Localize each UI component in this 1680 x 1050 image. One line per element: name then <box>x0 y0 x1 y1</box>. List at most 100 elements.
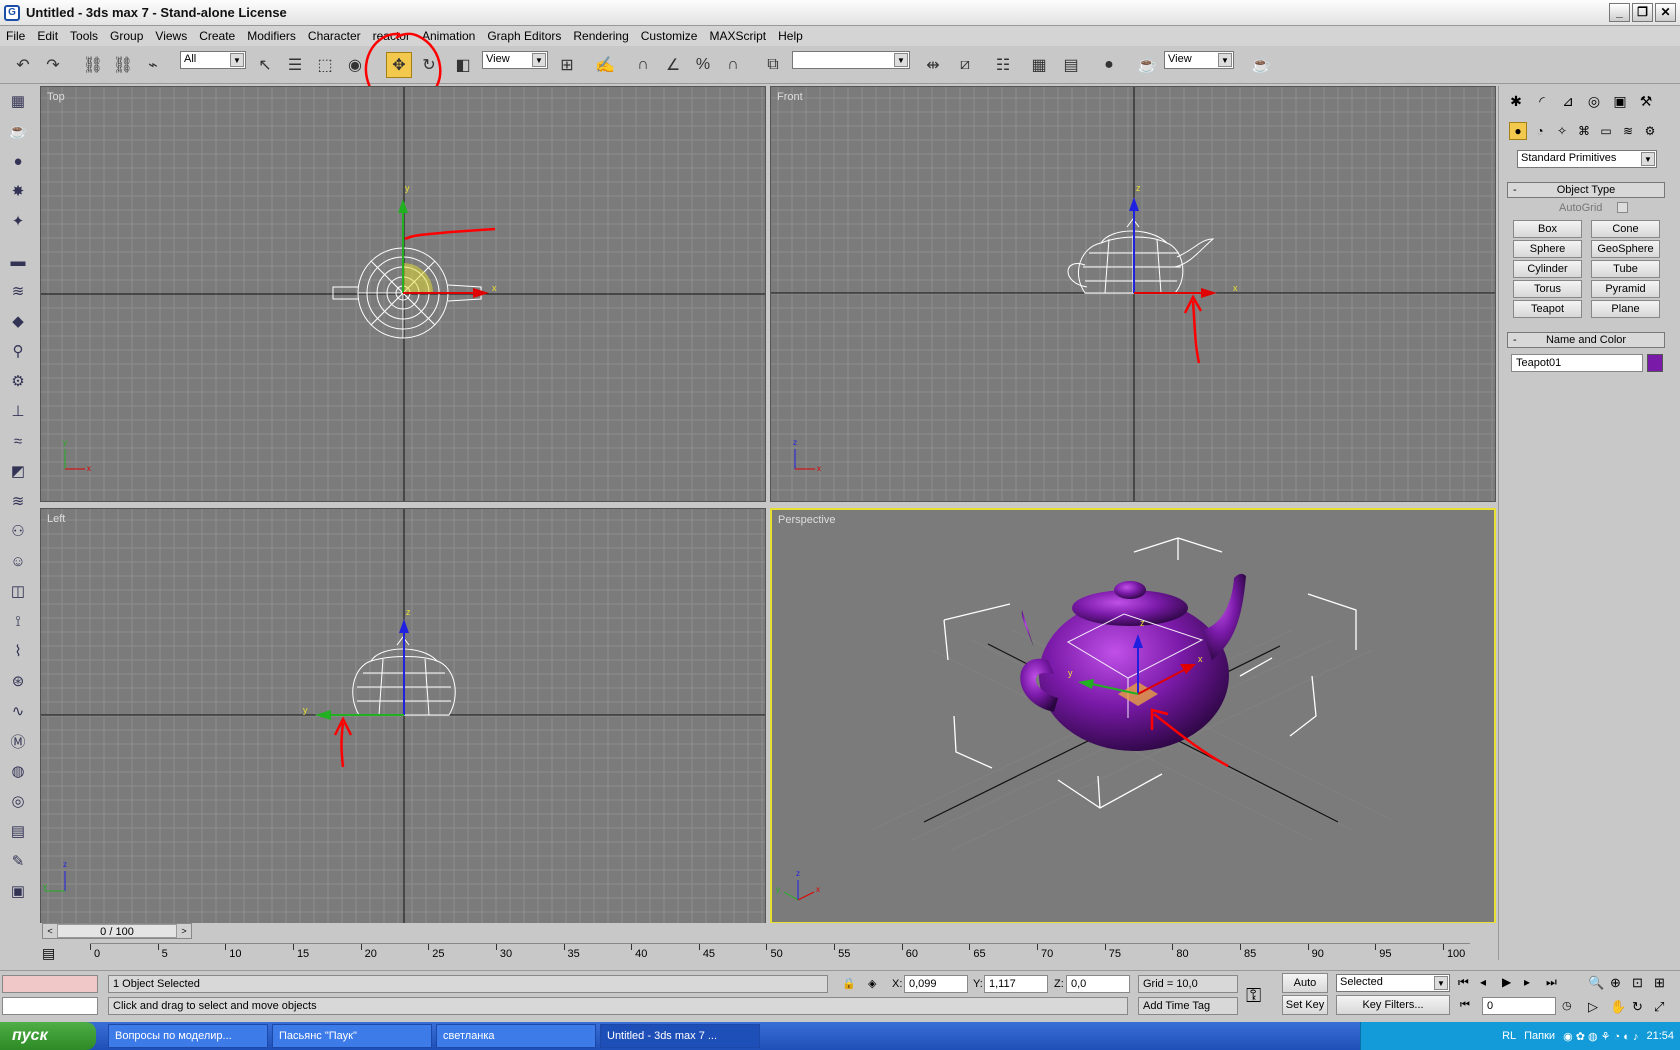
viewport-perspective[interactable]: Perspective z x y z x y <box>770 508 1496 924</box>
menu-graph-editors[interactable]: Graph Editors <box>487 29 561 43</box>
maxscript-result-field[interactable] <box>2 997 98 1015</box>
object-type-rollout-header[interactable]: - Object Type <box>1507 182 1665 198</box>
tray-icons[interactable]: ◉ ✿ ◍ ⚘ ◔ ◐ ♪ <box>1563 1030 1638 1043</box>
redo-icon[interactable]: ↷ <box>40 52 66 78</box>
menu-file[interactable]: File <box>6 29 25 43</box>
teapot-button[interactable]: Teapot <box>1513 300 1582 318</box>
viewport-front[interactable]: Front z x z x <box>770 86 1496 502</box>
space-warps-icon[interactable]: ≋ <box>1619 122 1637 140</box>
named-selection-dropdown[interactable]: ▼ <box>792 51 910 69</box>
modifier-taper-icon[interactable]: ◆ <box>7 310 29 332</box>
unlink-icon[interactable]: ⛓ <box>110 52 136 78</box>
create-box-icon[interactable]: ▦ <box>7 90 29 112</box>
reactor-motor-icon[interactable]: ∿ <box>7 700 29 722</box>
schematic-view-icon[interactable]: ▤ <box>1058 52 1084 78</box>
menu-help[interactable]: Help <box>778 29 803 43</box>
render-type-dropdown[interactable]: View ▼ <box>1164 51 1234 69</box>
percent-snap-icon[interactable]: % <box>690 52 716 78</box>
tube-button[interactable]: Tube <box>1591 260 1660 278</box>
lights-icon[interactable]: ✧ <box>1553 122 1571 140</box>
geometry-icon[interactable]: ● <box>1509 122 1527 140</box>
arc-rotate-icon[interactable]: ↻ <box>1632 999 1643 1015</box>
box-button[interactable]: Box <box>1513 220 1582 238</box>
curve-editor-mini-icon[interactable]: ▤ <box>42 945 64 967</box>
lock-selection-icon[interactable]: 🔒 <box>842 977 856 990</box>
prev-frame-icon[interactable]: ◂ <box>1480 975 1486 989</box>
x-coordinate-input[interactable]: 0,099 <box>904 975 968 993</box>
maximize-viewport-icon[interactable]: ⤢ <box>1654 999 1664 1015</box>
cone-button[interactable]: Cone <box>1591 220 1660 238</box>
render-camera-icon[interactable]: ▣ <box>7 880 29 902</box>
shapes-icon[interactable]: ◔ <box>1531 122 1549 140</box>
character-biped-icon[interactable]: ☺ <box>7 550 29 572</box>
time-ruler[interactable]: 0 5 10 15 20 25 30 35 40 45 50 55 60 65 70 75 80 85 90 95 10… <box>90 943 1470 973</box>
angle-snap-icon[interactable]: ∠ <box>660 52 686 78</box>
taskbar-item[interactable]: Пасьянс "Паук" <box>272 1024 432 1048</box>
zoom-extents-icon[interactable]: ⊡ <box>1632 975 1643 991</box>
material-editor-icon[interactable]: ● <box>1096 52 1122 78</box>
reference-coordinate-dropdown[interactable]: View ▼ <box>482 51 548 69</box>
zoom-icon[interactable]: 🔍 <box>1588 975 1604 991</box>
zoom-extents-all-icon[interactable]: ⊞ <box>1654 975 1665 991</box>
time-config-icon[interactable]: ◷ <box>1562 999 1572 1012</box>
cameras-icon[interactable]: ⌘ <box>1575 122 1593 140</box>
autogrid-checkbox[interactable] <box>1617 202 1628 213</box>
create-helper-icon[interactable]: ✦ <box>7 210 29 232</box>
align-icon[interactable]: ⧄ <box>952 52 978 78</box>
helpers-icon[interactable]: ▭ <box>1597 122 1615 140</box>
menu-edit[interactable]: Edit <box>37 29 58 43</box>
layer-manager-icon[interactable]: ☷ <box>990 52 1016 78</box>
utilities-tab-icon[interactable]: ⚒ <box>1635 90 1657 112</box>
field-of-view-icon[interactable]: ▷ <box>1588 999 1598 1015</box>
close-button[interactable]: ✕ <box>1655 3 1676 22</box>
category-dropdown[interactable]: Standard Primitives ▼ <box>1517 150 1657 168</box>
zoom-all-icon[interactable]: ⊕ <box>1610 975 1621 991</box>
language-indicator[interactable]: RL <box>1502 1030 1516 1042</box>
undo-icon[interactable]: ↶ <box>10 52 36 78</box>
pivot-center-icon[interactable]: ⊞ <box>554 52 580 78</box>
menu-rendering[interactable]: Rendering <box>573 29 628 43</box>
current-frame-input[interactable]: 0 <box>1482 997 1556 1015</box>
create-tab-icon[interactable]: ✱ <box>1505 90 1527 112</box>
key-filters-button[interactable]: Key Filters... <box>1336 995 1450 1015</box>
create-sphere-icon[interactable]: ● <box>7 150 29 172</box>
max-globe-icon[interactable]: ◍ <box>7 760 29 782</box>
select-link-icon[interactable]: ⛓ <box>80 52 106 78</box>
viewport-left[interactable]: Left z y z y <box>40 508 766 924</box>
create-light-icon[interactable]: ✸ <box>7 180 29 202</box>
object-name-input[interactable]: Teapot01 <box>1511 354 1643 372</box>
cylinder-button[interactable]: Cylinder <box>1513 260 1582 278</box>
modifier-stack-icon[interactable]: ≋ <box>7 280 29 302</box>
reactor-spring-icon[interactable]: ⌇ <box>7 640 29 662</box>
taskbar-item[interactable]: светланка <box>436 1024 596 1048</box>
start-button[interactable]: пуск <box>0 1022 96 1050</box>
time-next-icon[interactable]: > <box>177 924 191 938</box>
max-m-icon[interactable]: Ⓜ <box>7 730 29 752</box>
reactor-cloth-icon[interactable]: ◫ <box>7 580 29 602</box>
time-slider[interactable]: < 0 / 100 > <box>42 923 192 939</box>
render-settings-icon[interactable]: ▤ <box>7 820 29 842</box>
y-coordinate-input[interactable]: 1,117 <box>984 975 1048 993</box>
modifier-bend-icon[interactable]: ▬ <box>7 250 29 272</box>
absolute-mode-icon[interactable]: ◈ <box>868 977 876 990</box>
geosphere-button[interactable]: GeoSphere <box>1591 240 1660 258</box>
select-by-name-icon[interactable]: ☰ <box>282 52 308 78</box>
next-frame-icon[interactable]: ▸ <box>1524 975 1530 989</box>
menu-modifiers[interactable]: Modifiers <box>247 29 296 43</box>
play-icon[interactable]: ▶ <box>1502 975 1511 989</box>
modifier-gear-icon[interactable]: ⚙ <box>7 370 29 392</box>
quick-render-icon[interactable]: ☕ <box>1248 52 1274 78</box>
maxscript-listener-input[interactable] <box>2 975 98 993</box>
menu-create[interactable]: Create <box>199 29 235 43</box>
key-icon[interactable]: ⚿ <box>1246 985 1261 1008</box>
taskbar-item-active[interactable]: Untitled - 3ds max 7 ... <box>600 1024 760 1048</box>
modifier-ripple-icon[interactable]: ≋ <box>7 490 29 512</box>
goto-end-icon[interactable]: ⏭ <box>1546 975 1557 990</box>
select-manipulate-icon[interactable]: ✍ <box>592 52 618 78</box>
auto-key-button[interactable]: Auto Key <box>1282 973 1328 1007</box>
app-icon[interactable]: G <box>4 4 20 21</box>
taskbar-item[interactable]: Вопросы по моделир... <box>108 1024 268 1048</box>
max-swirl-icon[interactable]: ◎ <box>7 790 29 812</box>
object-color-swatch[interactable] <box>1647 354 1663 372</box>
add-time-tag-button[interactable]: Add Time Tag <box>1138 997 1238 1015</box>
